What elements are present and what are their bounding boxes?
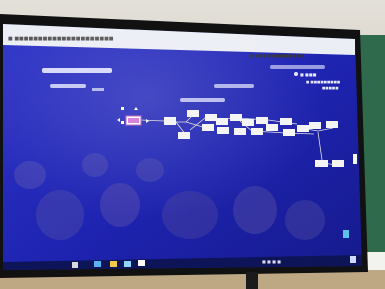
mind-node-13[interactable] bbox=[266, 124, 278, 131]
mind-node-12[interactable] bbox=[251, 128, 263, 135]
taskview-icon[interactable] bbox=[138, 260, 145, 266]
mind-node-4[interactable] bbox=[205, 114, 217, 121]
mind-node-14[interactable] bbox=[280, 118, 292, 125]
mind-node-2[interactable] bbox=[187, 110, 199, 117]
mind-node-20[interactable] bbox=[332, 160, 344, 167]
mind-node-11[interactable] bbox=[256, 117, 268, 124]
overlay-line-1: ■ ■■■■■■■■■ bbox=[306, 80, 340, 84]
mind-node-16[interactable] bbox=[297, 125, 309, 132]
mind-node-9[interactable] bbox=[242, 119, 254, 126]
mind-node-10[interactable] bbox=[234, 128, 246, 135]
root-node-fill bbox=[128, 118, 139, 123]
overlay-user: ■ ■■■ bbox=[300, 72, 317, 77]
mind-node-3[interactable] bbox=[178, 132, 190, 139]
mind-node-8[interactable] bbox=[230, 114, 242, 121]
mind-node-edge[interactable] bbox=[353, 154, 357, 164]
recycle-bin-icon[interactable] bbox=[343, 230, 349, 238]
mind-node-19[interactable] bbox=[315, 160, 328, 167]
start-icon[interactable] bbox=[72, 262, 78, 268]
mind-node-18[interactable] bbox=[326, 121, 338, 128]
photo-scene: ■ ■■■■■■■■■■■■■■■■■■■■■ ■ ■■■■■■■■■■■■■ … bbox=[0, 0, 385, 289]
overlay-line-2: ■■■■■ bbox=[322, 86, 339, 90]
mind-node-1[interactable] bbox=[164, 117, 176, 125]
notification-icon[interactable] bbox=[350, 256, 356, 263]
mind-node-15[interactable] bbox=[283, 129, 295, 136]
selection-handle[interactable] bbox=[121, 107, 124, 110]
selection-handle[interactable] bbox=[121, 121, 124, 124]
user-icon bbox=[294, 72, 298, 76]
explorer-icon[interactable] bbox=[110, 261, 117, 267]
mind-node-5[interactable] bbox=[202, 124, 214, 131]
mind-node-6[interactable] bbox=[216, 118, 228, 125]
tray-status: ■ ■ ■ ■ bbox=[262, 259, 281, 264]
mind-node-7[interactable] bbox=[217, 127, 229, 134]
monitor-stand bbox=[246, 272, 258, 289]
mind-node-17[interactable] bbox=[309, 122, 321, 129]
search-icon[interactable] bbox=[124, 261, 131, 267]
browser-icon[interactable] bbox=[94, 261, 101, 267]
